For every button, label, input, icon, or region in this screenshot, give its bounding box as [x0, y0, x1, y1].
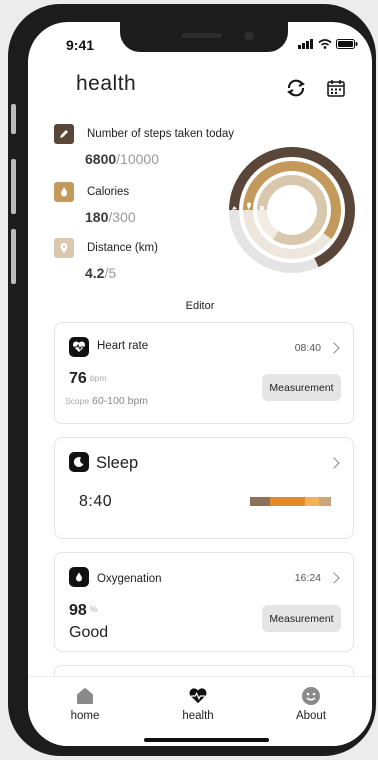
stat-steps-value: 6800/10000 — [85, 151, 159, 167]
drop-icon — [69, 567, 89, 587]
tab-health-label: health — [182, 710, 214, 722]
tab-health[interactable]: health — [153, 677, 243, 737]
status-icons — [298, 39, 358, 49]
calendar-icon[interactable] — [324, 76, 348, 100]
chevron-right-icon[interactable] — [328, 572, 340, 584]
status-time: 9:41 — [66, 37, 95, 53]
oxygenation-measurement-button[interactable]: Measurement — [262, 605, 341, 632]
side-button — [11, 229, 16, 284]
tab-bar: home health About — [28, 676, 372, 746]
heart-rate-measurement-button[interactable]: Measurement — [262, 374, 341, 401]
tab-home[interactable]: home — [40, 677, 130, 737]
oxygenation-card[interactable]: Oxygenation 16:24 98 % Good Measurement — [54, 552, 354, 652]
activity-rings — [229, 147, 355, 273]
battery-icon — [336, 39, 358, 49]
oxygenation-unit: % — [90, 604, 98, 614]
heart-rate-unit: bpm — [90, 373, 107, 383]
chevron-right-icon[interactable] — [328, 457, 340, 469]
home-indicator[interactable] — [144, 738, 269, 742]
oxygenation-title: Oxygenation — [97, 573, 162, 585]
notch — [120, 22, 288, 52]
screen: 9:41 health Number of steps taken today … — [28, 22, 372, 746]
signal-icon — [298, 39, 313, 49]
refresh-icon[interactable] — [284, 76, 308, 100]
sleep-card[interactable]: Sleep 8:40 — [54, 437, 354, 539]
phone-frame: 9:41 health Number of steps taken today … — [8, 4, 376, 756]
oxygenation-status: Good — [69, 624, 109, 641]
flame-icon — [54, 182, 74, 202]
heart-rate-card[interactable]: Heart rate 08:40 76 bpm Scope 60-100 bpm… — [54, 322, 354, 424]
page-title: health — [76, 72, 137, 95]
tab-home-label: home — [70, 710, 100, 722]
chevron-right-icon[interactable] — [328, 342, 340, 354]
heart-rate-scope-label: Scope — [65, 396, 90, 406]
oxygenation-time: 16:24 — [294, 572, 321, 584]
tab-about[interactable]: About — [266, 677, 356, 737]
wifi-icon — [318, 39, 332, 49]
editor-link[interactable]: Editor — [28, 300, 372, 312]
heart-rate-title: Heart rate — [97, 340, 149, 352]
heart-icon — [188, 686, 208, 706]
sleep-stage-bar — [319, 497, 331, 506]
sleep-value: 8:40 — [79, 493, 113, 510]
moon-icon — [69, 452, 89, 472]
smile-icon — [301, 686, 321, 706]
sleep-title: Sleep — [96, 454, 139, 472]
location-pin-icon — [54, 238, 74, 258]
stat-steps-label: Number of steps taken today — [87, 128, 235, 140]
oxygenation-value: 98 — [69, 602, 87, 619]
stat-distance-label: Distance (km) — [87, 242, 158, 254]
tab-about-label: About — [295, 710, 327, 722]
heart-rate-icon — [69, 337, 89, 357]
sleep-stage-bar — [250, 497, 270, 506]
stat-distance-value: 4.2/5 — [85, 265, 117, 281]
sleep-stage-bar — [305, 497, 319, 506]
heart-rate-scope-value: 60-100 bpm — [92, 395, 149, 407]
pen-icon — [54, 124, 74, 144]
heart-rate-value: 76 — [69, 370, 87, 387]
stat-calories-label: Calories — [87, 186, 130, 198]
home-icon — [75, 686, 95, 706]
side-button — [11, 104, 16, 134]
sleep-stage-bar — [270, 497, 305, 506]
stat-calories-value: 180/300 — [85, 209, 136, 225]
side-button — [11, 159, 16, 214]
heart-rate-time: 08:40 — [294, 342, 321, 354]
